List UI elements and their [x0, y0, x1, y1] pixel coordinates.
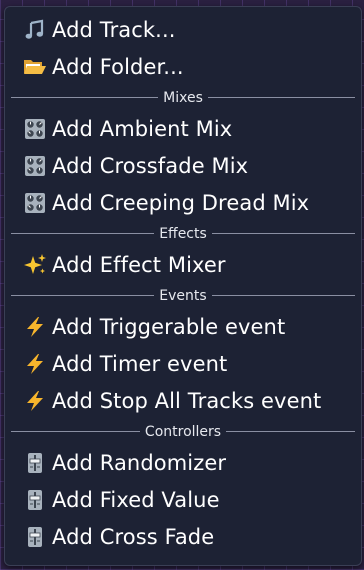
effects-section-header: Effects: [5, 221, 361, 246]
add-creeping-dread-mix-menu-item[interactable]: Add Creeping Dread Mix: [5, 184, 361, 221]
level-slider-icon: [23, 525, 47, 549]
add-fixed-value-menu-item[interactable]: Add Fixed Value: [5, 481, 361, 518]
add-fixed-value-label: Add Fixed Value: [52, 487, 220, 512]
add-cross-fade-label: Add Cross Fade: [52, 524, 215, 549]
mixes-section-header: Mixes: [5, 85, 361, 110]
control-knobs-icon: [23, 154, 47, 178]
controllers-section-label: Controllers: [144, 423, 222, 440]
add-crossfade-mix-label: Add Crossfade Mix: [52, 153, 249, 178]
effects-section-label: Effects: [159, 225, 207, 242]
add-stop-all-tracks-event-menu-item[interactable]: Add Stop All Tracks event: [5, 382, 361, 419]
add-ambient-mix-menu-item[interactable]: Add Ambient Mix: [5, 110, 361, 147]
controllers-section-header: Controllers: [5, 419, 361, 444]
add-folder-menu-item[interactable]: Add Folder...: [5, 48, 361, 85]
add-triggerable-event-label: Add Triggerable event: [52, 314, 286, 339]
control-knobs-icon: [23, 117, 47, 141]
lightning-icon: [23, 315, 47, 339]
add-creeping-dread-mix-label: Add Creeping Dread Mix: [52, 190, 310, 215]
level-slider-icon: [23, 451, 47, 475]
divider: [226, 431, 356, 432]
divider: [11, 97, 159, 98]
add-ambient-mix-label: Add Ambient Mix: [52, 116, 233, 141]
add-folder-label: Add Folder...: [52, 54, 184, 79]
divider: [207, 97, 356, 98]
add-track-label: Add Track...: [52, 17, 176, 42]
add-stop-all-tracks-event-label: Add Stop All Tracks event: [52, 388, 322, 413]
sparkles-icon: [23, 253, 47, 277]
add-randomizer-label: Add Randomizer: [52, 450, 227, 475]
control-knobs-icon: [23, 191, 47, 215]
lightning-icon: [23, 389, 47, 413]
add-cross-fade-menu-item[interactable]: Add Cross Fade: [5, 518, 361, 555]
add-context-menu: Add Track... Add Folder... Mixes Add Amb…: [4, 6, 362, 566]
events-section-label: Events: [159, 287, 207, 304]
add-effect-mixer-menu-item[interactable]: Add Effect Mixer: [5, 246, 361, 283]
mixes-section-label: Mixes: [163, 89, 203, 106]
add-crossfade-mix-menu-item[interactable]: Add Crossfade Mix: [5, 147, 361, 184]
divider: [11, 431, 140, 432]
divider: [211, 233, 355, 234]
add-effect-mixer-label: Add Effect Mixer: [52, 252, 226, 277]
add-timer-event-label: Add Timer event: [52, 351, 228, 376]
divider: [11, 295, 155, 296]
add-triggerable-event-menu-item[interactable]: Add Triggerable event: [5, 308, 361, 345]
music-note-icon: [23, 18, 47, 42]
lightning-icon: [23, 352, 47, 376]
add-track-menu-item[interactable]: Add Track...: [5, 11, 361, 48]
folder-icon: [23, 55, 47, 79]
level-slider-icon: [23, 488, 47, 512]
add-randomizer-menu-item[interactable]: Add Randomizer: [5, 444, 361, 481]
divider: [11, 233, 155, 234]
add-timer-event-menu-item[interactable]: Add Timer event: [5, 345, 361, 382]
events-section-header: Events: [5, 283, 361, 308]
divider: [211, 295, 355, 296]
